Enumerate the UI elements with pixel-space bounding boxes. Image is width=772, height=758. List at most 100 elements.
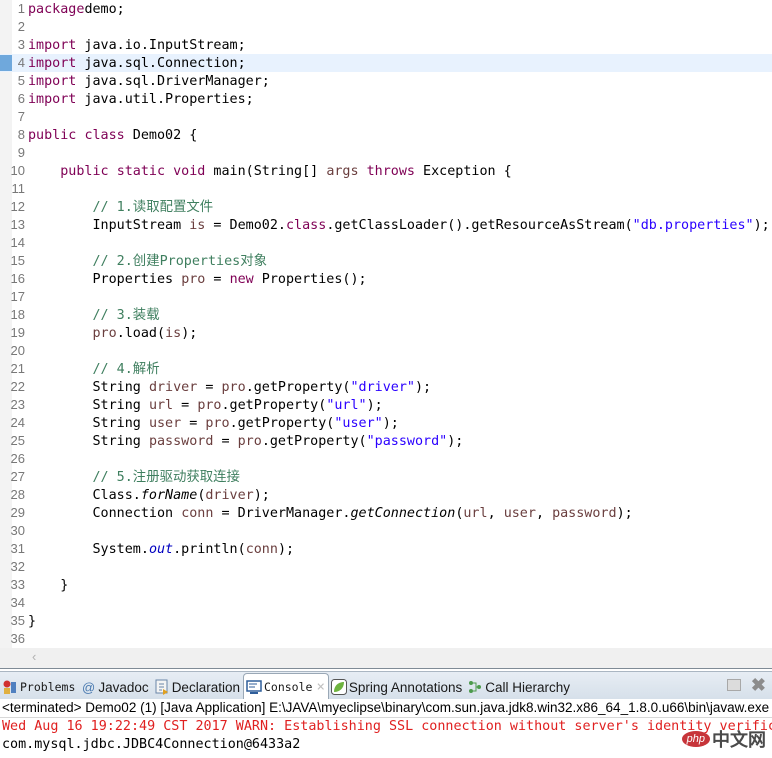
code-line[interactable]: 29 Connection conn = DriverManager.getCo…: [0, 504, 772, 522]
code-line[interactable]: 32: [0, 558, 772, 576]
code-token: =: [205, 272, 230, 287]
console-output[interactable]: Wed Aug 16 19:22:49 CST 2017 WARN: Estab…: [0, 718, 772, 754]
code-line[interactable]: 1 packagedemo;: [0, 0, 772, 18]
code-line[interactable]: 27 // 5.注册驱动获取连接: [0, 468, 772, 486]
keyword-token: throws: [366, 164, 415, 179]
tab-spring[interactable]: Spring Annotations: [329, 675, 465, 699]
code-line[interactable]: 34: [0, 594, 772, 612]
tab-declaration[interactable]: Declaration: [152, 675, 243, 699]
line-number: 15: [10, 253, 25, 268]
code-line[interactable]: 4 import java.sql.Connection;: [0, 54, 772, 72]
code-line[interactable]: 13 InputStream is = Demo02.class.getClas…: [0, 216, 772, 234]
line-number: 5: [17, 73, 25, 88]
variable-token: driver: [205, 488, 254, 503]
code-line[interactable]: 17: [0, 288, 772, 306]
code-line[interactable]: 15 // 2.创建Properties对象: [0, 252, 772, 270]
close-view-icon[interactable]: ✖: [751, 676, 766, 694]
code-token: );: [616, 506, 633, 521]
code-line[interactable]: 22 String driver = pro.getProperty("driv…: [0, 378, 772, 396]
code-token: main(String[]: [205, 164, 327, 179]
code-token: =: [173, 398, 198, 413]
tab-javadoc[interactable]: @ Javadoc: [78, 675, 151, 699]
tab-callhierarchy[interactable]: Call Hierarchy: [465, 675, 573, 699]
code-line[interactable]: 7: [0, 108, 772, 126]
watermark-text: 中文网: [712, 730, 766, 750]
variable-token: pro: [197, 398, 222, 413]
line-number: 23: [10, 397, 25, 412]
tab-label: Problems: [20, 680, 76, 694]
variable-token: user: [148, 416, 182, 431]
tab-label: Javadoc: [98, 679, 149, 695]
code-token: ,: [487, 506, 504, 521]
keyword-token: class: [84, 128, 125, 143]
variable-token: pro: [181, 272, 206, 287]
code-line[interactable]: 19 pro.load(is);: [0, 324, 772, 342]
code-token: .getClassLoader().getResourceAsStream(: [326, 218, 633, 233]
code-line[interactable]: 8 public class Demo02 {: [0, 126, 772, 144]
minimize-view-button[interactable]: [726, 679, 741, 691]
code-line[interactable]: 3 import java.io.InputStream;: [0, 36, 772, 54]
code-token: String: [28, 434, 149, 449]
code-line[interactable]: 18 // 3.装载: [0, 306, 772, 324]
console-error-line: Wed Aug 16 19:22:49 CST 2017 WARN: Estab…: [2, 719, 772, 734]
code-text: // 1.读取配置文件: [28, 199, 214, 217]
line-number: 16: [10, 271, 25, 286]
code-token: .getProperty(: [261, 434, 367, 449]
line-number: 3: [17, 37, 25, 52]
code-line[interactable]: 24 String user = pro.getProperty("user")…: [0, 414, 772, 432]
code-line[interactable]: 21 // 4.解析: [0, 360, 772, 378]
code-token: .getProperty(: [221, 398, 327, 413]
tab-label: Spring Annotations: [348, 679, 463, 695]
code-line[interactable]: 35}: [0, 612, 772, 630]
code-line[interactable]: 11: [0, 180, 772, 198]
tab-console[interactable]: Console ×: [242, 673, 329, 699]
code-line[interactable]: 12 // 1.读取配置文件: [0, 198, 772, 216]
line-number: 7: [17, 109, 25, 124]
code-token: .load(: [116, 326, 166, 341]
tab-close-icon[interactable]: ×: [316, 679, 324, 695]
code-line[interactable]: 26: [0, 450, 772, 468]
scroll-left-icon[interactable]: ‹: [32, 649, 36, 664]
line-number: 6: [17, 91, 25, 106]
field-token: out: [148, 542, 174, 557]
code-line[interactable]: 10 public static void main(String[] args…: [0, 162, 772, 180]
code-line[interactable]: 33 }: [0, 576, 772, 594]
code-line[interactable]: 14: [0, 234, 772, 252]
code-line[interactable]: 30: [0, 522, 772, 540]
line-number: 29: [10, 505, 25, 520]
code-line[interactable]: 31 System.out.println(conn);: [0, 540, 772, 558]
code-token: );: [181, 326, 198, 341]
code-line[interactable]: 36: [0, 630, 772, 648]
code-text: packagedemo;: [28, 1, 125, 19]
code-line[interactable]: 2: [0, 18, 772, 36]
code-line[interactable]: 6 import java.util.Properties;: [0, 90, 772, 108]
line-number: 20: [10, 343, 25, 358]
line-number: 26: [10, 451, 25, 466]
code-text: Properties pro = new Properties();: [28, 271, 367, 289]
code-token: );: [277, 542, 295, 557]
comment-token: // 2.创建Properties对象: [92, 254, 268, 269]
code-editor[interactable]: 1 packagedemo; 2 3 import java.io.InputStrea…: [0, 0, 772, 648]
line-number: 13: [10, 217, 25, 232]
code-token: Properties();: [253, 272, 367, 287]
horizontal-scrollbar[interactable]: ‹: [0, 648, 772, 669]
variable-token: pro: [221, 380, 246, 395]
line-number: 9: [17, 145, 25, 160]
code-text: }: [28, 613, 36, 631]
code-line[interactable]: 16 Properties pro = new Properties();: [0, 270, 772, 288]
code-line[interactable]: 25 String password = pro.getProperty("pa…: [0, 432, 772, 450]
code-line[interactable]: 20: [0, 342, 772, 360]
code-text: String password = pro.getProperty("passw…: [28, 433, 463, 451]
code-line[interactable]: 9: [0, 144, 772, 162]
variable-token: url: [463, 506, 488, 521]
code-line[interactable]: 23 String url = pro.getProperty("url");: [0, 396, 772, 414]
code-line[interactable]: 28 Class.forName(driver);: [0, 486, 772, 504]
tab-problems[interactable]: Problems: [0, 675, 78, 699]
views-tab-bar: Problems @ Javadoc Declaration Console × Sprin…: [0, 671, 772, 699]
code-line[interactable]: 5 import java.sql.DriverManager;: [0, 72, 772, 90]
code-token: =: [197, 380, 222, 395]
